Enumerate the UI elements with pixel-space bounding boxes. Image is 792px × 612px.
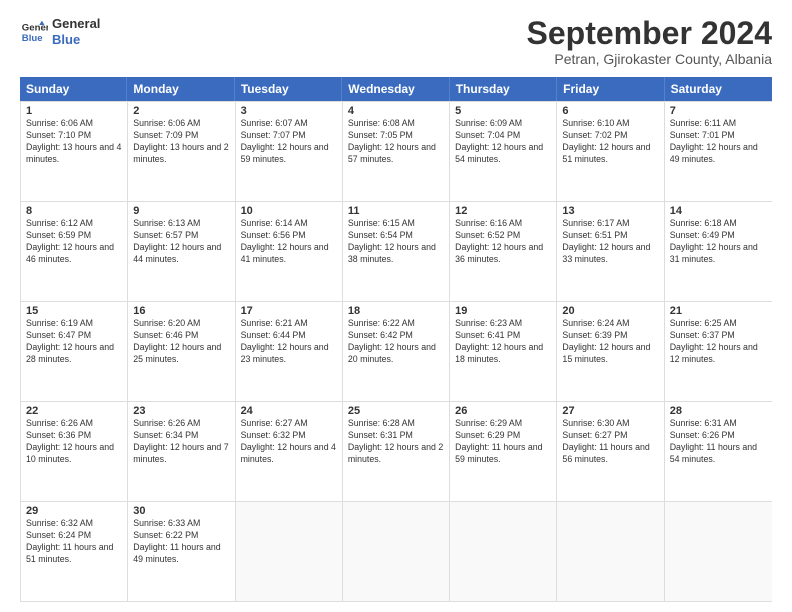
cell-empty-4 bbox=[557, 502, 664, 601]
cell-empty-2 bbox=[343, 502, 450, 601]
cell-12: 12 Sunrise: 6:16 AM Sunset: 6:52 PM Dayl… bbox=[450, 202, 557, 301]
logo: General Blue General Blue bbox=[20, 16, 100, 47]
cell-11: 11 Sunrise: 6:15 AM Sunset: 6:54 PM Dayl… bbox=[343, 202, 450, 301]
cell-text-1: Sunrise: 6:06 AM Sunset: 7:10 PM Dayligh… bbox=[26, 118, 122, 166]
cell-24: 24 Sunrise: 6:27 AM Sunset: 6:32 PM Dayl… bbox=[236, 402, 343, 501]
cell-1: 1 Sunrise: 6:06 AM Sunset: 7:10 PM Dayli… bbox=[21, 102, 128, 201]
svg-text:General: General bbox=[22, 22, 48, 33]
cell-2: 2 Sunrise: 6:06 AM Sunset: 7:09 PM Dayli… bbox=[128, 102, 235, 201]
cell-10: 10 Sunrise: 6:14 AM Sunset: 6:56 PM Dayl… bbox=[236, 202, 343, 301]
week-3: 15 Sunrise: 6:19 AM Sunset: 6:47 PM Dayl… bbox=[21, 301, 772, 401]
cell-20: 20 Sunrise: 6:24 AM Sunset: 6:39 PM Dayl… bbox=[557, 302, 664, 401]
svg-text:Blue: Blue bbox=[22, 32, 43, 43]
calendar-body: 1 Sunrise: 6:06 AM Sunset: 7:10 PM Dayli… bbox=[20, 101, 772, 602]
cell-30: 30 Sunrise: 6:33 AM Sunset: 6:22 PM Dayl… bbox=[128, 502, 235, 601]
cell-27: 27 Sunrise: 6:30 AM Sunset: 6:27 PM Dayl… bbox=[557, 402, 664, 501]
cell-26: 26 Sunrise: 6:29 AM Sunset: 6:29 PM Dayl… bbox=[450, 402, 557, 501]
cell-28: 28 Sunrise: 6:31 AM Sunset: 6:26 PM Dayl… bbox=[665, 402, 772, 501]
page: General Blue General Blue September 2024… bbox=[0, 0, 792, 612]
day-num-4: 4 bbox=[348, 105, 444, 117]
cell-15: 15 Sunrise: 6:19 AM Sunset: 6:47 PM Dayl… bbox=[21, 302, 128, 401]
cell-text-2: Sunrise: 6:06 AM Sunset: 7:09 PM Dayligh… bbox=[133, 118, 229, 166]
day-num-1: 1 bbox=[26, 105, 122, 117]
cell-text-6: Sunrise: 6:10 AM Sunset: 7:02 PM Dayligh… bbox=[562, 118, 658, 166]
month-title: September 2024 bbox=[527, 16, 772, 51]
day-num-3: 3 bbox=[241, 105, 337, 117]
header-monday: Monday bbox=[127, 77, 234, 101]
cell-21: 21 Sunrise: 6:25 AM Sunset: 6:37 PM Dayl… bbox=[665, 302, 772, 401]
cell-18: 18 Sunrise: 6:22 AM Sunset: 6:42 PM Dayl… bbox=[343, 302, 450, 401]
cell-29: 29 Sunrise: 6:32 AM Sunset: 6:24 PM Dayl… bbox=[21, 502, 128, 601]
cell-text-4: Sunrise: 6:08 AM Sunset: 7:05 PM Dayligh… bbox=[348, 118, 444, 166]
cell-empty-1 bbox=[236, 502, 343, 601]
header-wednesday: Wednesday bbox=[342, 77, 449, 101]
calendar-header: Sunday Monday Tuesday Wednesday Thursday… bbox=[20, 77, 772, 101]
header-tuesday: Tuesday bbox=[235, 77, 342, 101]
header-friday: Friday bbox=[557, 77, 664, 101]
logo-icon: General Blue bbox=[20, 18, 48, 46]
cell-22: 22 Sunrise: 6:26 AM Sunset: 6:36 PM Dayl… bbox=[21, 402, 128, 501]
week-5: 29 Sunrise: 6:32 AM Sunset: 6:24 PM Dayl… bbox=[21, 501, 772, 601]
calendar: Sunday Monday Tuesday Wednesday Thursday… bbox=[20, 77, 772, 602]
cell-17: 17 Sunrise: 6:21 AM Sunset: 6:44 PM Dayl… bbox=[236, 302, 343, 401]
cell-14: 14 Sunrise: 6:18 AM Sunset: 6:49 PM Dayl… bbox=[665, 202, 772, 301]
cell-23: 23 Sunrise: 6:26 AM Sunset: 6:34 PM Dayl… bbox=[128, 402, 235, 501]
cell-5: 5 Sunrise: 6:09 AM Sunset: 7:04 PM Dayli… bbox=[450, 102, 557, 201]
day-num-7: 7 bbox=[670, 105, 767, 117]
header-thursday: Thursday bbox=[450, 77, 557, 101]
cell-19: 19 Sunrise: 6:23 AM Sunset: 6:41 PM Dayl… bbox=[450, 302, 557, 401]
cell-4: 4 Sunrise: 6:08 AM Sunset: 7:05 PM Dayli… bbox=[343, 102, 450, 201]
cell-16: 16 Sunrise: 6:20 AM Sunset: 6:46 PM Dayl… bbox=[128, 302, 235, 401]
cell-text-3: Sunrise: 6:07 AM Sunset: 7:07 PM Dayligh… bbox=[241, 118, 337, 166]
cell-text-5: Sunrise: 6:09 AM Sunset: 7:04 PM Dayligh… bbox=[455, 118, 551, 166]
header-sunday: Sunday bbox=[20, 77, 127, 101]
day-num-6: 6 bbox=[562, 105, 658, 117]
cell-9: 9 Sunrise: 6:13 AM Sunset: 6:57 PM Dayli… bbox=[128, 202, 235, 301]
title-block: September 2024 Petran, Gjirokaster Count… bbox=[527, 16, 772, 67]
subtitle: Petran, Gjirokaster County, Albania bbox=[527, 51, 772, 67]
cell-3: 3 Sunrise: 6:07 AM Sunset: 7:07 PM Dayli… bbox=[236, 102, 343, 201]
header: General Blue General Blue September 2024… bbox=[20, 16, 772, 67]
logo-line2: Blue bbox=[52, 32, 100, 48]
cell-13: 13 Sunrise: 6:17 AM Sunset: 6:51 PM Dayl… bbox=[557, 202, 664, 301]
week-2: 8 Sunrise: 6:12 AM Sunset: 6:59 PM Dayli… bbox=[21, 201, 772, 301]
week-4: 22 Sunrise: 6:26 AM Sunset: 6:36 PM Dayl… bbox=[21, 401, 772, 501]
cell-7: 7 Sunrise: 6:11 AM Sunset: 7:01 PM Dayli… bbox=[665, 102, 772, 201]
cell-empty-5 bbox=[665, 502, 772, 601]
cell-6: 6 Sunrise: 6:10 AM Sunset: 7:02 PM Dayli… bbox=[557, 102, 664, 201]
cell-25: 25 Sunrise: 6:28 AM Sunset: 6:31 PM Dayl… bbox=[343, 402, 450, 501]
day-num-5: 5 bbox=[455, 105, 551, 117]
logo-line1: General bbox=[52, 16, 100, 32]
week-1: 1 Sunrise: 6:06 AM Sunset: 7:10 PM Dayli… bbox=[21, 101, 772, 201]
cell-empty-3 bbox=[450, 502, 557, 601]
logo-text: General Blue bbox=[52, 16, 100, 47]
header-saturday: Saturday bbox=[665, 77, 772, 101]
cell-text-7: Sunrise: 6:11 AM Sunset: 7:01 PM Dayligh… bbox=[670, 118, 767, 166]
day-num-2: 2 bbox=[133, 105, 229, 117]
cell-8: 8 Sunrise: 6:12 AM Sunset: 6:59 PM Dayli… bbox=[21, 202, 128, 301]
